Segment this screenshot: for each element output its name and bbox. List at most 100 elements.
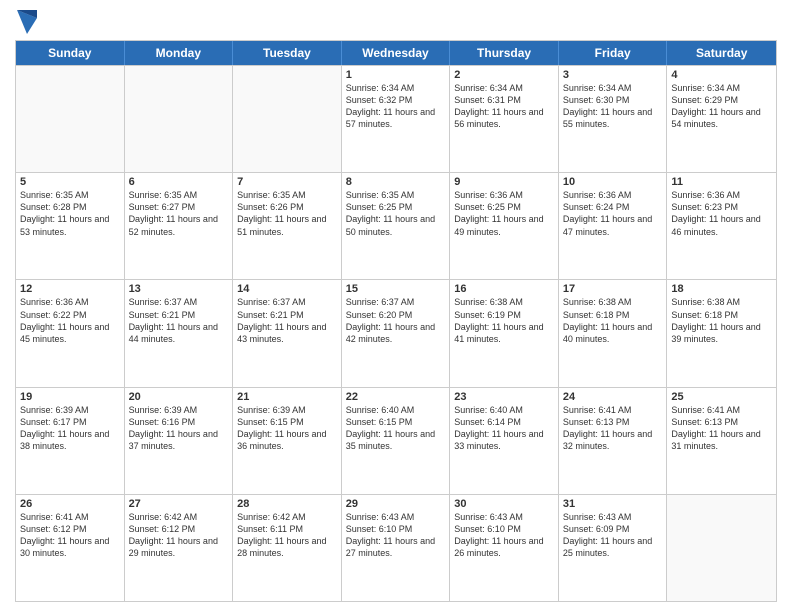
table-row: 9Sunrise: 6:36 AM Sunset: 6:25 PM Daylig… [450,173,559,279]
table-row: 21Sunrise: 6:39 AM Sunset: 6:15 PM Dayli… [233,388,342,494]
day-number: 26 [20,498,120,510]
table-row: 15Sunrise: 6:37 AM Sunset: 6:20 PM Dayli… [342,280,451,386]
day-number: 29 [346,498,446,510]
day-info: Sunrise: 6:34 AM Sunset: 6:32 PM Dayligh… [346,82,446,131]
table-row: 6Sunrise: 6:35 AM Sunset: 6:27 PM Daylig… [125,173,234,279]
day-info: Sunrise: 6:36 AM Sunset: 6:25 PM Dayligh… [454,189,554,238]
logo [15,10,39,34]
day-number: 5 [20,176,120,188]
day-info: Sunrise: 6:36 AM Sunset: 6:24 PM Dayligh… [563,189,663,238]
day-number: 31 [563,498,663,510]
day-info: Sunrise: 6:37 AM Sunset: 6:20 PM Dayligh… [346,296,446,345]
day-info: Sunrise: 6:38 AM Sunset: 6:18 PM Dayligh… [563,296,663,345]
day-number: 23 [454,391,554,403]
day-number: 20 [129,391,229,403]
day-number: 7 [237,176,337,188]
day-number: 21 [237,391,337,403]
day-info: Sunrise: 6:41 AM Sunset: 6:12 PM Dayligh… [20,511,120,560]
day-info: Sunrise: 6:39 AM Sunset: 6:17 PM Dayligh… [20,404,120,453]
calendar-body: 1Sunrise: 6:34 AM Sunset: 6:32 PM Daylig… [16,65,776,601]
table-row: 18Sunrise: 6:38 AM Sunset: 6:18 PM Dayli… [667,280,776,386]
day-info: Sunrise: 6:36 AM Sunset: 6:23 PM Dayligh… [671,189,772,238]
day-info: Sunrise: 6:34 AM Sunset: 6:31 PM Dayligh… [454,82,554,131]
day-info: Sunrise: 6:40 AM Sunset: 6:14 PM Dayligh… [454,404,554,453]
day-number: 4 [671,69,772,81]
table-row: 27Sunrise: 6:42 AM Sunset: 6:12 PM Dayli… [125,495,234,601]
day-info: Sunrise: 6:43 AM Sunset: 6:10 PM Dayligh… [346,511,446,560]
table-row: 13Sunrise: 6:37 AM Sunset: 6:21 PM Dayli… [125,280,234,386]
table-row: 20Sunrise: 6:39 AM Sunset: 6:16 PM Dayli… [125,388,234,494]
day-info: Sunrise: 6:37 AM Sunset: 6:21 PM Dayligh… [237,296,337,345]
day-number: 3 [563,69,663,81]
week-row-4: 26Sunrise: 6:41 AM Sunset: 6:12 PM Dayli… [16,494,776,601]
day-info: Sunrise: 6:35 AM Sunset: 6:27 PM Dayligh… [129,189,229,238]
day-number: 10 [563,176,663,188]
day-number: 6 [129,176,229,188]
header-day-sunday: Sunday [16,41,125,65]
table-row: 30Sunrise: 6:43 AM Sunset: 6:10 PM Dayli… [450,495,559,601]
day-info: Sunrise: 6:41 AM Sunset: 6:13 PM Dayligh… [671,404,772,453]
week-row-1: 5Sunrise: 6:35 AM Sunset: 6:28 PM Daylig… [16,172,776,279]
header-day-tuesday: Tuesday [233,41,342,65]
day-number: 27 [129,498,229,510]
table-row: 25Sunrise: 6:41 AM Sunset: 6:13 PM Dayli… [667,388,776,494]
day-number: 16 [454,283,554,295]
table-row: 29Sunrise: 6:43 AM Sunset: 6:10 PM Dayli… [342,495,451,601]
day-info: Sunrise: 6:43 AM Sunset: 6:10 PM Dayligh… [454,511,554,560]
calendar-header: SundayMondayTuesdayWednesdayThursdayFrid… [16,41,776,65]
logo-icon [17,10,37,34]
day-number: 18 [671,283,772,295]
table-row: 2Sunrise: 6:34 AM Sunset: 6:31 PM Daylig… [450,66,559,172]
calendar: SundayMondayTuesdayWednesdayThursdayFrid… [15,40,777,602]
day-info: Sunrise: 6:39 AM Sunset: 6:15 PM Dayligh… [237,404,337,453]
table-row: 16Sunrise: 6:38 AM Sunset: 6:19 PM Dayli… [450,280,559,386]
day-info: Sunrise: 6:42 AM Sunset: 6:12 PM Dayligh… [129,511,229,560]
day-info: Sunrise: 6:34 AM Sunset: 6:30 PM Dayligh… [563,82,663,131]
header-day-monday: Monday [125,41,234,65]
header [15,10,777,34]
week-row-0: 1Sunrise: 6:34 AM Sunset: 6:32 PM Daylig… [16,65,776,172]
day-number: 19 [20,391,120,403]
table-row: 12Sunrise: 6:36 AM Sunset: 6:22 PM Dayli… [16,280,125,386]
day-number: 8 [346,176,446,188]
table-row: 19Sunrise: 6:39 AM Sunset: 6:17 PM Dayli… [16,388,125,494]
day-number: 30 [454,498,554,510]
table-row: 14Sunrise: 6:37 AM Sunset: 6:21 PM Dayli… [233,280,342,386]
header-day-thursday: Thursday [450,41,559,65]
header-day-saturday: Saturday [667,41,776,65]
page: SundayMondayTuesdayWednesdayThursdayFrid… [0,0,792,612]
table-row: 7Sunrise: 6:35 AM Sunset: 6:26 PM Daylig… [233,173,342,279]
table-row: 24Sunrise: 6:41 AM Sunset: 6:13 PM Dayli… [559,388,668,494]
table-row: 4Sunrise: 6:34 AM Sunset: 6:29 PM Daylig… [667,66,776,172]
table-row: 11Sunrise: 6:36 AM Sunset: 6:23 PM Dayli… [667,173,776,279]
table-row [667,495,776,601]
day-number: 9 [454,176,554,188]
table-row: 22Sunrise: 6:40 AM Sunset: 6:15 PM Dayli… [342,388,451,494]
day-number: 24 [563,391,663,403]
day-info: Sunrise: 6:42 AM Sunset: 6:11 PM Dayligh… [237,511,337,560]
day-info: Sunrise: 6:43 AM Sunset: 6:09 PM Dayligh… [563,511,663,560]
day-info: Sunrise: 6:37 AM Sunset: 6:21 PM Dayligh… [129,296,229,345]
week-row-2: 12Sunrise: 6:36 AM Sunset: 6:22 PM Dayli… [16,279,776,386]
table-row: 5Sunrise: 6:35 AM Sunset: 6:28 PM Daylig… [16,173,125,279]
day-number: 2 [454,69,554,81]
week-row-3: 19Sunrise: 6:39 AM Sunset: 6:17 PM Dayli… [16,387,776,494]
table-row [125,66,234,172]
table-row [16,66,125,172]
day-number: 1 [346,69,446,81]
day-info: Sunrise: 6:38 AM Sunset: 6:19 PM Dayligh… [454,296,554,345]
table-row: 10Sunrise: 6:36 AM Sunset: 6:24 PM Dayli… [559,173,668,279]
day-info: Sunrise: 6:36 AM Sunset: 6:22 PM Dayligh… [20,296,120,345]
header-day-wednesday: Wednesday [342,41,451,65]
day-number: 11 [671,176,772,188]
day-info: Sunrise: 6:40 AM Sunset: 6:15 PM Dayligh… [346,404,446,453]
table-row [233,66,342,172]
day-number: 14 [237,283,337,295]
day-info: Sunrise: 6:35 AM Sunset: 6:25 PM Dayligh… [346,189,446,238]
table-row: 28Sunrise: 6:42 AM Sunset: 6:11 PM Dayli… [233,495,342,601]
day-number: 25 [671,391,772,403]
table-row: 23Sunrise: 6:40 AM Sunset: 6:14 PM Dayli… [450,388,559,494]
header-day-friday: Friday [559,41,668,65]
day-info: Sunrise: 6:35 AM Sunset: 6:28 PM Dayligh… [20,189,120,238]
day-number: 22 [346,391,446,403]
